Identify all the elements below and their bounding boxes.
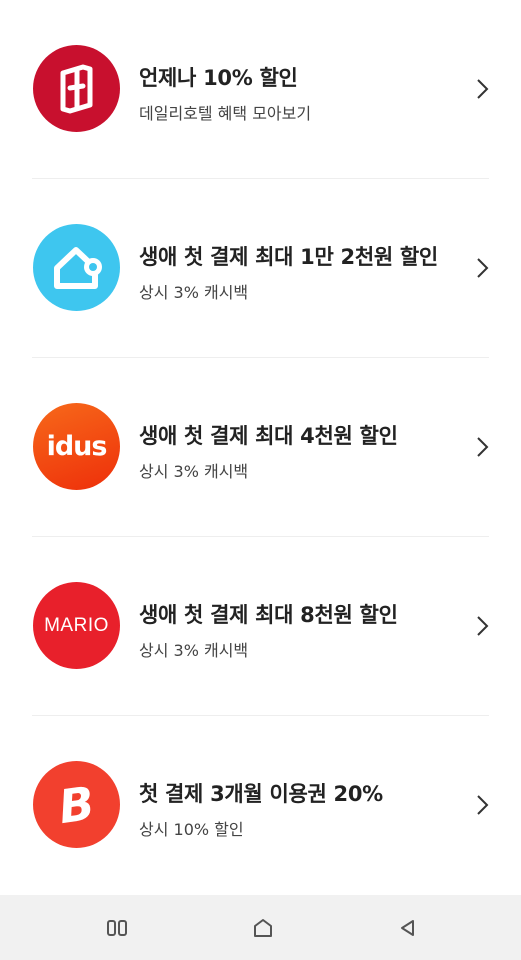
chevron-right-icon [477,258,489,278]
system-navigation-bar [0,895,521,960]
house-logo-icon [33,224,120,311]
list-item-house[interactable]: 생애 첫 결제 최대 1만 2천원 할인 상시 3% 캐시백 [0,179,521,358]
chevron-right-icon [477,616,489,636]
idus-logo-text: idus [46,431,108,462]
home-button[interactable] [248,913,278,943]
chevron-right-icon [477,795,489,815]
item-title: 첫 결제 3개월 이용권 20% [139,782,383,806]
mario-logo-icon: MARIO [33,582,120,669]
back-button[interactable] [393,913,423,943]
recent-apps-icon [107,920,127,936]
item-subtitle: 상시 3% 캐시백 [139,641,249,660]
list-item-dailyhotel[interactable]: 언제나 10% 할인 데일리호텔 혜택 모아보기 [0,0,521,179]
back-icon [401,920,414,936]
item-subtitle: 상시 3% 캐시백 [139,283,249,302]
item-title: 생애 첫 결제 최대 1만 2천원 할인 [139,245,438,269]
item-title: 생애 첫 결제 최대 8천원 할인 [139,603,398,627]
chevron-right-icon [477,79,489,99]
idus-logo-icon: idus [33,403,120,490]
item-subtitle: 상시 3% 캐시백 [139,462,249,481]
chevron-right-icon [477,437,489,457]
item-subtitle: 데일리호텔 혜택 모아보기 [139,104,312,123]
recent-apps-button[interactable] [102,913,132,943]
list-item-idus[interactable]: idus 생애 첫 결제 최대 4천원 할인 상시 3% 캐시백 [0,358,521,537]
list-item-b[interactable]: B 첫 결제 3개월 이용권 20% 상시 10% 할인 [0,716,521,895]
mario-logo-text: MARIO [44,614,109,636]
item-title: 언제나 10% 할인 [139,66,298,90]
b-logo-text: B [55,775,98,834]
list-item-mario[interactable]: MARIO 생애 첫 결제 최대 8천원 할인 상시 3% 캐시백 [0,537,521,716]
b-logo-icon: B [33,761,120,848]
home-icon [254,919,272,937]
item-subtitle: 상시 10% 할인 [139,820,244,839]
item-title: 생애 첫 결제 최대 4천원 할인 [139,424,398,448]
dailyhotel-logo-icon [33,45,120,132]
